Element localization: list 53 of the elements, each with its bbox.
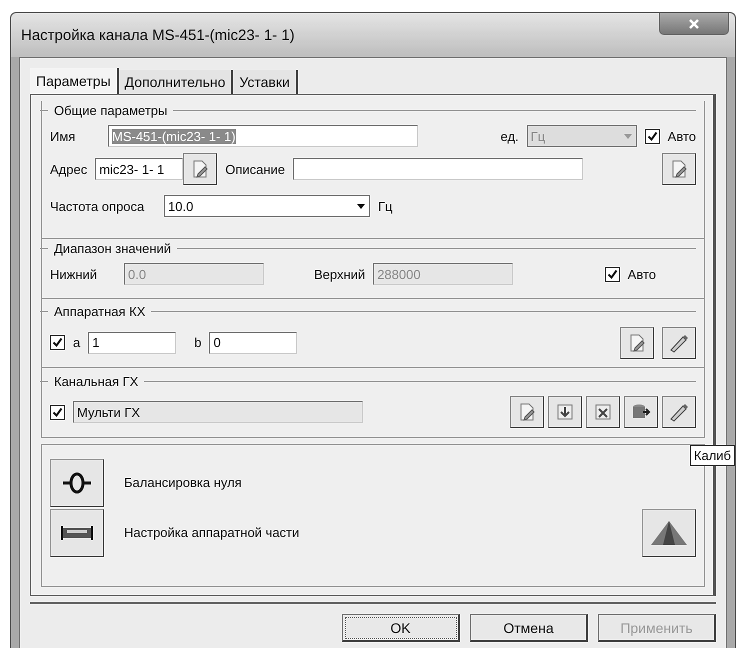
toolbar-button[interactable] bbox=[510, 396, 544, 428]
group-title: Общие параметры bbox=[54, 102, 168, 118]
toolbar-button[interactable] bbox=[662, 396, 696, 428]
toolbar-button[interactable] bbox=[548, 396, 582, 428]
delete-icon bbox=[593, 402, 613, 422]
frequency-dropdown[interactable]: 10.0 bbox=[164, 195, 370, 217]
browse-button[interactable] bbox=[183, 153, 218, 185]
tooltip: Калиб bbox=[690, 445, 735, 466]
window-title: Настройка канала MS-451-(mic23- 1- 1) bbox=[21, 26, 295, 44]
field-label: Нижний bbox=[50, 266, 98, 282]
settings-button[interactable] bbox=[642, 508, 696, 557]
description-field[interactable] bbox=[293, 158, 584, 180]
action-label: Настройка аппаратной части bbox=[124, 525, 300, 540]
action-button[interactable] bbox=[50, 508, 104, 557]
field-label: Частота опроса bbox=[50, 198, 146, 214]
edit-button[interactable] bbox=[620, 326, 654, 359]
field-label: b bbox=[194, 335, 202, 350]
tab[interactable]: Параметры bbox=[30, 68, 119, 95]
toolbar-button[interactable] bbox=[586, 396, 620, 428]
close-icon bbox=[688, 18, 700, 30]
pen-icon bbox=[668, 332, 690, 353]
field-label: а bbox=[73, 335, 80, 350]
b-field[interactable]: 0 bbox=[209, 332, 298, 354]
import-icon bbox=[555, 402, 575, 422]
unit-label: Гц bbox=[378, 198, 392, 214]
calibrate-button[interactable] bbox=[662, 326, 696, 359]
checkbox[interactable] bbox=[50, 335, 65, 350]
checkbox-label: Авто bbox=[628, 266, 656, 282]
group-title: Аппаратная КХ bbox=[54, 304, 146, 320]
pen-icon bbox=[668, 402, 690, 422]
close-button[interactable] bbox=[659, 13, 729, 35]
dialog-button[interactable]: OK bbox=[342, 614, 460, 642]
tab[interactable]: Уставки bbox=[233, 70, 298, 94]
group-title: Диапазон значений bbox=[54, 240, 172, 256]
field-label: Верхний bbox=[314, 266, 366, 282]
edit-button[interactable] bbox=[662, 153, 696, 185]
zero-balance-icon bbox=[61, 470, 93, 495]
checkbox-label: Авто bbox=[668, 128, 696, 144]
address-field[interactable]: mic23- 1- 1 bbox=[95, 158, 184, 180]
action-label: Балансировка нуля bbox=[124, 475, 242, 490]
action-button[interactable] bbox=[50, 458, 104, 507]
checkbox[interactable] bbox=[644, 128, 660, 144]
dialog-button[interactable]: Отмена bbox=[470, 614, 588, 642]
checkbox[interactable] bbox=[50, 404, 65, 420]
a-field[interactable]: 1 bbox=[88, 332, 176, 354]
field-label: Описание bbox=[225, 162, 286, 176]
toolbar-button[interactable] bbox=[624, 396, 658, 428]
characteristic-field[interactable]: Мульти ГХ bbox=[73, 401, 363, 424]
field-label: Имя bbox=[50, 128, 76, 144]
tab[interactable]: Дополнительно bbox=[118, 70, 234, 94]
field-label: ед. bbox=[500, 128, 519, 144]
group-title: Канальная ГХ bbox=[54, 374, 138, 389]
field-label: Адрес bbox=[50, 162, 88, 176]
